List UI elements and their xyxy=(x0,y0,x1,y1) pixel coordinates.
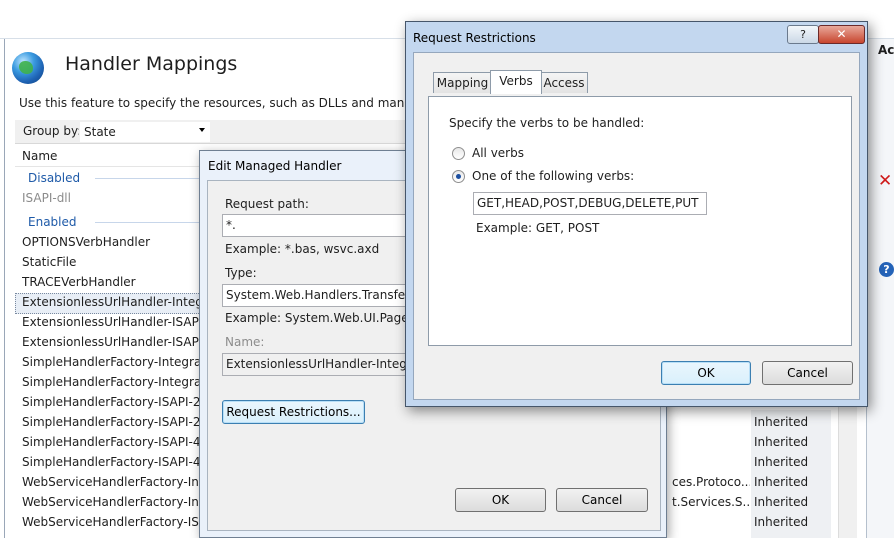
entry-type-cell: Inherited xyxy=(754,415,809,429)
following-verbs-radio[interactable] xyxy=(452,170,465,183)
type-label: Type: xyxy=(225,266,257,280)
cancel-button[interactable]: Cancel xyxy=(762,361,853,385)
column-header-name[interactable]: Name xyxy=(22,149,57,163)
group-divider xyxy=(95,222,205,223)
list-item[interactable]: SimpleHandlerFactory-ISAPI-4.0_6 xyxy=(22,455,200,469)
list-item[interactable]: TRACEVerbHandler xyxy=(22,275,200,289)
dialog-title: Edit Managed Handler xyxy=(208,159,342,173)
dialog-body: Mapping Verbs Access Specify the verbs t… xyxy=(413,52,860,400)
list-item[interactable]: WebServiceHandlerFactory-Integr xyxy=(22,495,200,509)
list-item[interactable]: ExtensionlessUrlHandler-ISAPI-4.0_ xyxy=(22,335,200,349)
group-divider xyxy=(95,178,205,179)
help-button[interactable]: ? xyxy=(787,25,819,44)
path-type-cell: t.Services.S... xyxy=(672,495,750,509)
entry-type-cell: Inherited xyxy=(754,495,809,509)
group-header-disabled[interactable]: Disabled xyxy=(15,169,205,187)
actions-header: Ac xyxy=(878,43,894,57)
chevron-down-icon xyxy=(199,128,205,132)
globe-icon xyxy=(12,52,44,84)
remove-icon[interactable]: ✕ xyxy=(878,171,892,191)
feature-description: Use this feature to specify the resource… xyxy=(19,96,405,110)
list-item[interactable]: SimpleHandlerFactory-ISAPI-2.0-6 xyxy=(22,415,200,429)
name-label: Name: xyxy=(225,335,265,349)
tab-mapping[interactable]: Mapping xyxy=(433,72,492,93)
entry-type-cell: Inherited xyxy=(754,455,809,469)
group-label: Enabled xyxy=(28,215,77,229)
help-icon[interactable]: ? xyxy=(879,262,894,277)
request-restrictions-button[interactable]: Request Restrictions... xyxy=(222,400,365,424)
tab-access[interactable]: Access xyxy=(540,72,588,93)
request-path-label: Request path: xyxy=(225,197,309,211)
list-item[interactable]: SimpleHandlerFactory-ISAPI-2.0 xyxy=(22,395,200,409)
group-by-label: Group by: xyxy=(23,124,82,138)
name-value: ExtensionlessUrlHandler-Integrat xyxy=(226,357,424,371)
verbs-example: Example: GET, POST xyxy=(476,221,600,235)
request-path-value: *. xyxy=(226,218,236,232)
verbs-tab-page: Specify the verbs to be handled: All ver… xyxy=(428,96,852,346)
ok-button[interactable]: OK xyxy=(455,488,546,512)
close-button[interactable]: ✕ xyxy=(818,25,865,44)
verbs-instruction: Specify the verbs to be handled: xyxy=(449,116,645,130)
list-item[interactable]: WebServiceHandlerFactory-ISAPI- xyxy=(22,515,200,529)
list-item[interactable]: StaticFile xyxy=(22,255,200,269)
type-example: Example: System.Web.UI.PageHan xyxy=(225,311,433,325)
path-type-cell: ces.Protoco... xyxy=(672,475,750,489)
tab-verbs[interactable]: Verbs xyxy=(490,70,542,94)
list-item[interactable]: WebServiceHandlerFactory-Integr xyxy=(22,475,200,489)
group-header-enabled[interactable]: Enabled xyxy=(15,213,205,231)
list-item[interactable]: OPTIONSVerbHandler xyxy=(22,235,200,249)
list-item[interactable]: ExtensionlessUrlHandler-ISAPI-4.0_ xyxy=(22,315,200,329)
entry-type-cell: Inherited xyxy=(754,435,809,449)
ok-button[interactable]: OK xyxy=(661,361,751,385)
following-verbs-label[interactable]: One of the following verbs: xyxy=(472,169,634,183)
verbs-input[interactable]: GET,HEAD,POST,DEBUG,DELETE,PUT xyxy=(473,192,707,215)
all-verbs-label[interactable]: All verbs xyxy=(472,146,524,160)
entry-type-cell: Inherited xyxy=(754,475,809,489)
entry-type-cell: Inherited xyxy=(754,515,809,529)
list-item[interactable]: SimpleHandlerFactory-ISAPI-4.0_3 xyxy=(22,435,200,449)
list-item-selected[interactable]: ExtensionlessUrlHandler-Integrate xyxy=(22,295,200,309)
request-path-example: Example: *.bas, wsvc.axd xyxy=(225,242,380,256)
actions-pane xyxy=(866,39,894,538)
verbs-value: GET,HEAD,POST,DEBUG,DELETE,PUT xyxy=(477,196,699,210)
type-value: System.Web.Handlers.TransferReq xyxy=(226,288,433,302)
request-restrictions-dialog: Request Restrictions ? ✕ Mapping Verbs A… xyxy=(405,21,868,407)
group-by-value: State xyxy=(84,125,116,139)
list-item[interactable]: SimpleHandlerFactory-Integrated xyxy=(22,375,200,389)
cancel-button[interactable]: Cancel xyxy=(556,488,648,512)
group-label: Disabled xyxy=(28,171,81,185)
list-item[interactable]: ISAPI-dll xyxy=(22,191,200,205)
group-by-dropdown[interactable]: State xyxy=(79,121,211,143)
group-by-toolbar: Group by: State xyxy=(15,120,415,144)
list-item[interactable]: SimpleHandlerFactory-Integrated xyxy=(22,355,200,369)
page-title: Handler Mappings xyxy=(65,53,238,75)
all-verbs-radio[interactable] xyxy=(452,147,465,160)
dialog-title: Request Restrictions xyxy=(413,31,536,45)
